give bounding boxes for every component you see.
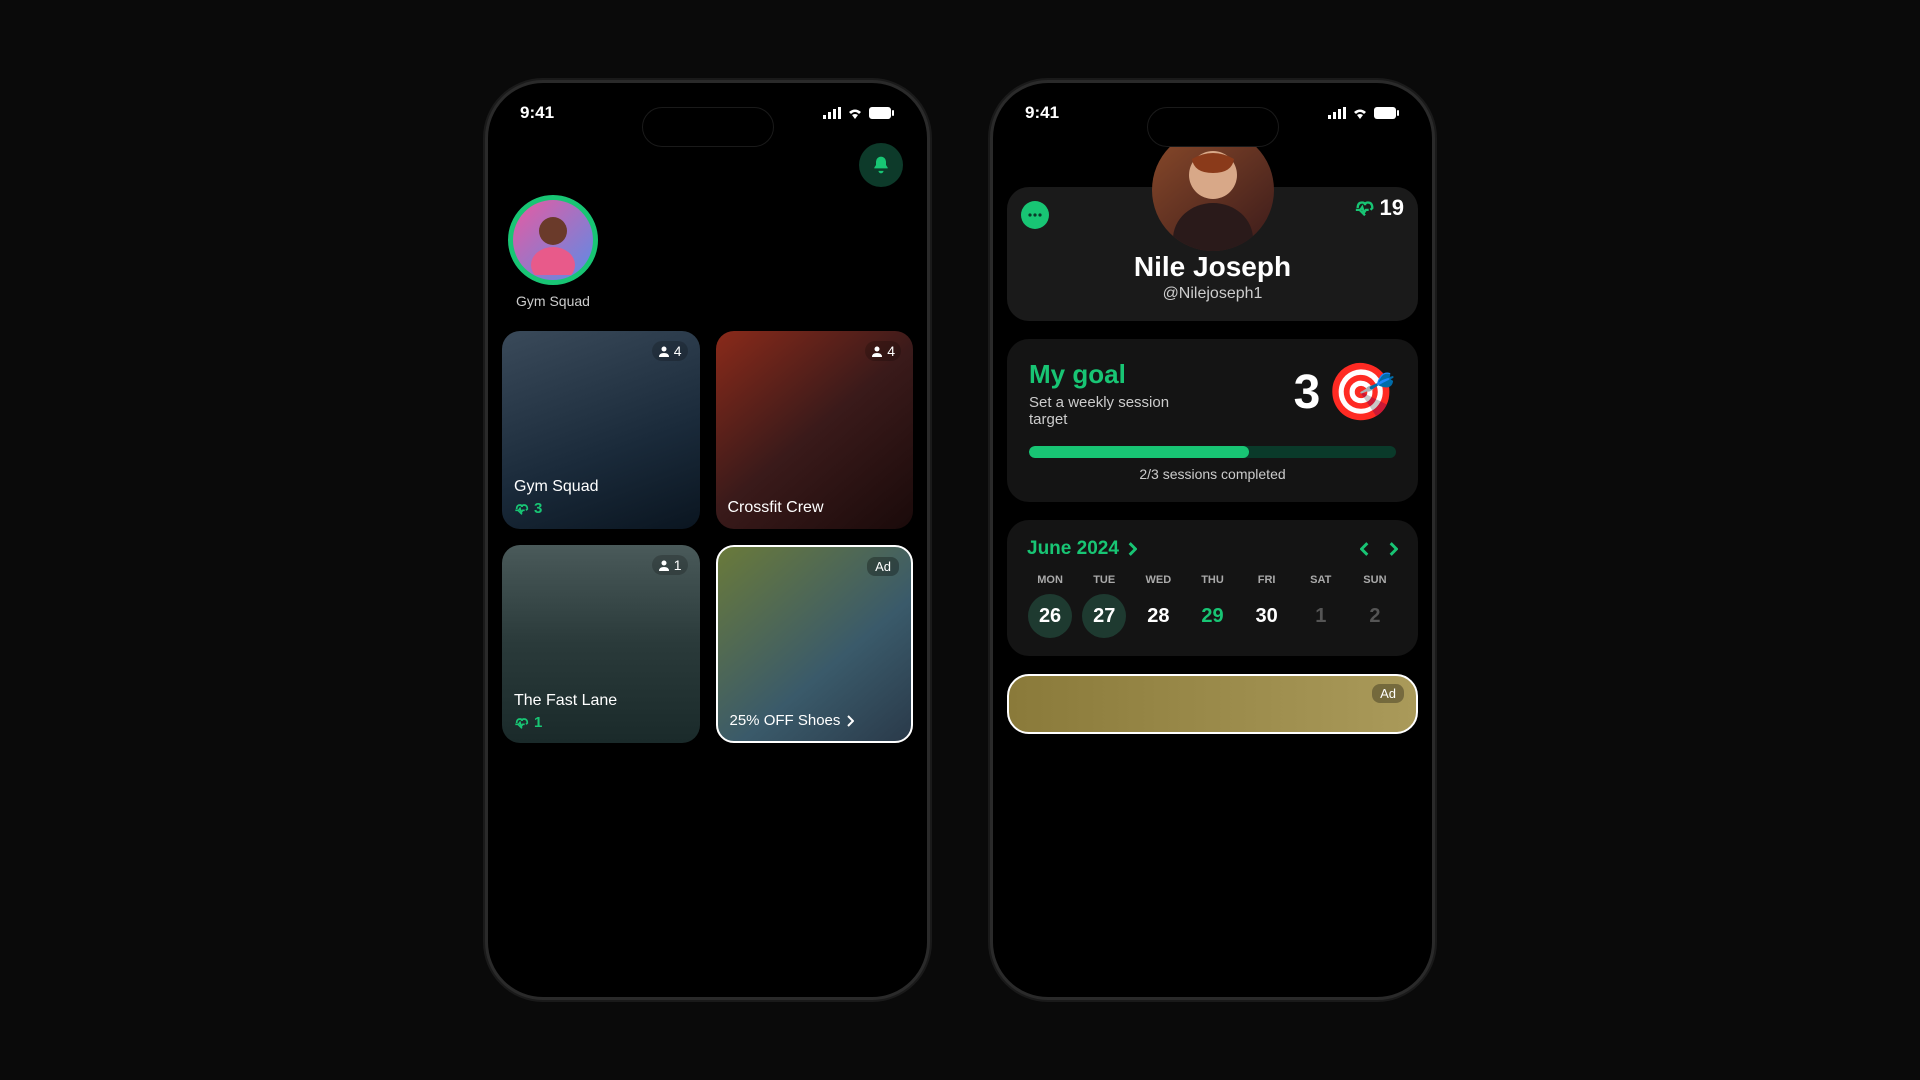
dots-icon bbox=[1028, 213, 1042, 217]
status-indicators bbox=[823, 107, 895, 119]
profile-score: 19 bbox=[1354, 195, 1404, 221]
calendar-day[interactable]: 28 bbox=[1136, 594, 1180, 638]
heart-icon bbox=[1354, 197, 1376, 219]
calendar-day[interactable]: 26 bbox=[1028, 594, 1072, 638]
story-item[interactable]: Gym Squad bbox=[508, 195, 598, 309]
chevron-right-icon bbox=[1388, 542, 1398, 556]
calendar-dow: WED bbox=[1131, 574, 1185, 594]
status-time: 9:41 bbox=[1025, 103, 1059, 123]
ad-badge: Ad bbox=[867, 557, 899, 576]
calendar-grid: MONTUEWEDTHUFRISATSUN 262728293012 bbox=[1023, 574, 1402, 638]
goal-row: My goal Set a weekly session target 3 🎯 bbox=[1029, 359, 1396, 428]
group-card-crossfit-crew[interactable]: 4 Crossfit Crew bbox=[716, 331, 914, 529]
card-title: Gym Squad bbox=[514, 478, 688, 496]
wifi-icon bbox=[1352, 107, 1368, 119]
signal-icon bbox=[1328, 107, 1346, 119]
story-label: Gym Squad bbox=[516, 293, 590, 309]
profile-header: 19 Nile Joseph @Nilejoseph1 bbox=[1007, 187, 1418, 321]
screen-content: Gym Squad 4 Gym Squad 3 4 Cro bbox=[488, 127, 927, 991]
group-card-the-fast-lane[interactable]: 1 The Fast Lane 1 bbox=[502, 545, 700, 743]
calendar-dow: FRI bbox=[1240, 574, 1294, 594]
phone-profile-screen: 9:41 19 Nile Joseph @Nilejoseph1 bbox=[990, 80, 1435, 1000]
card-stat: 3 bbox=[514, 500, 688, 517]
story-avatar bbox=[508, 195, 598, 285]
heart-icon bbox=[514, 501, 530, 517]
progress-bar bbox=[1029, 446, 1396, 458]
next-week-button[interactable] bbox=[1388, 542, 1398, 556]
status-time: 9:41 bbox=[520, 103, 554, 123]
ad-link: 25% OFF Shoes bbox=[730, 712, 900, 729]
calendar-dow: MON bbox=[1023, 574, 1077, 594]
goal-title: My goal bbox=[1029, 359, 1209, 390]
top-bar bbox=[502, 127, 913, 195]
goal-text: My goal Set a weekly session target bbox=[1029, 359, 1209, 428]
target-icon: 🎯 bbox=[1326, 359, 1396, 425]
bell-icon bbox=[871, 155, 891, 175]
profile-card: 19 Nile Joseph @Nilejoseph1 bbox=[1007, 187, 1418, 321]
calendar-dow: TUE bbox=[1077, 574, 1131, 594]
calendar-card: June 2024 MONTUEWEDTHUFRISATSUN 262728293… bbox=[1007, 520, 1418, 656]
notifications-button[interactable] bbox=[859, 143, 903, 187]
ad-card-shoes[interactable]: Ad 25% OFF Shoes bbox=[716, 545, 914, 743]
chevron-right-icon bbox=[846, 715, 854, 727]
progress-label: 2/3 sessions completed bbox=[1029, 466, 1396, 482]
calendar-month-button[interactable]: June 2024 bbox=[1027, 538, 1137, 560]
screen-content: 19 Nile Joseph @Nilejoseph1 My goal Set … bbox=[993, 127, 1432, 991]
person-icon bbox=[871, 345, 883, 357]
calendar-dow: SAT bbox=[1294, 574, 1348, 594]
calendar-dow: THU bbox=[1185, 574, 1239, 594]
more-button[interactable] bbox=[1021, 201, 1049, 229]
heart-icon bbox=[514, 715, 530, 731]
goal-card[interactable]: My goal Set a weekly session target 3 🎯 … bbox=[1007, 339, 1418, 502]
chevron-left-icon bbox=[1360, 542, 1370, 556]
calendar-day[interactable]: 2 bbox=[1353, 594, 1397, 638]
calendar-day[interactable]: 30 bbox=[1245, 594, 1289, 638]
profile-avatar[interactable] bbox=[1152, 129, 1274, 251]
profile-handle: @Nilejoseph1 bbox=[1025, 285, 1400, 303]
group-card-gym-squad[interactable]: 4 Gym Squad 3 bbox=[502, 331, 700, 529]
battery-icon bbox=[869, 107, 895, 119]
wifi-icon bbox=[847, 107, 863, 119]
chevron-right-icon bbox=[1127, 542, 1137, 556]
person-icon bbox=[658, 345, 670, 357]
calendar-header: June 2024 bbox=[1023, 538, 1402, 560]
member-count: 4 bbox=[652, 341, 688, 361]
calendar-dow: SUN bbox=[1348, 574, 1402, 594]
card-title: Crossfit Crew bbox=[728, 499, 902, 517]
calendar-day[interactable]: 29 bbox=[1190, 594, 1234, 638]
groups-grid: 4 Gym Squad 3 4 Crossfit Crew 1 bbox=[502, 331, 913, 743]
card-title: The Fast Lane bbox=[514, 692, 688, 710]
status-indicators bbox=[1328, 107, 1400, 119]
calendar-arrows bbox=[1360, 542, 1398, 556]
goal-value: 3 🎯 bbox=[1294, 359, 1396, 425]
status-bar: 9:41 bbox=[488, 83, 927, 127]
person-icon bbox=[658, 559, 670, 571]
profile-name: Nile Joseph bbox=[1025, 251, 1400, 283]
member-count: 1 bbox=[652, 555, 688, 575]
prev-week-button[interactable] bbox=[1360, 542, 1370, 556]
signal-icon bbox=[823, 107, 841, 119]
progress-fill bbox=[1029, 446, 1249, 458]
goal-subtitle: Set a weekly session target bbox=[1029, 394, 1209, 428]
stories-row: Gym Squad bbox=[502, 195, 913, 331]
calendar-day[interactable]: 1 bbox=[1299, 594, 1343, 638]
member-count: 4 bbox=[865, 341, 901, 361]
ad-badge: Ad bbox=[1372, 684, 1404, 703]
battery-icon bbox=[1374, 107, 1400, 119]
phone-groups-screen: 9:41 Gym Squad 4 bbox=[485, 80, 930, 1000]
ad-card-protein[interactable]: Ad bbox=[1007, 674, 1418, 734]
status-bar: 9:41 bbox=[993, 83, 1432, 127]
calendar-day[interactable]: 27 bbox=[1082, 594, 1126, 638]
card-stat: 1 bbox=[514, 714, 688, 731]
